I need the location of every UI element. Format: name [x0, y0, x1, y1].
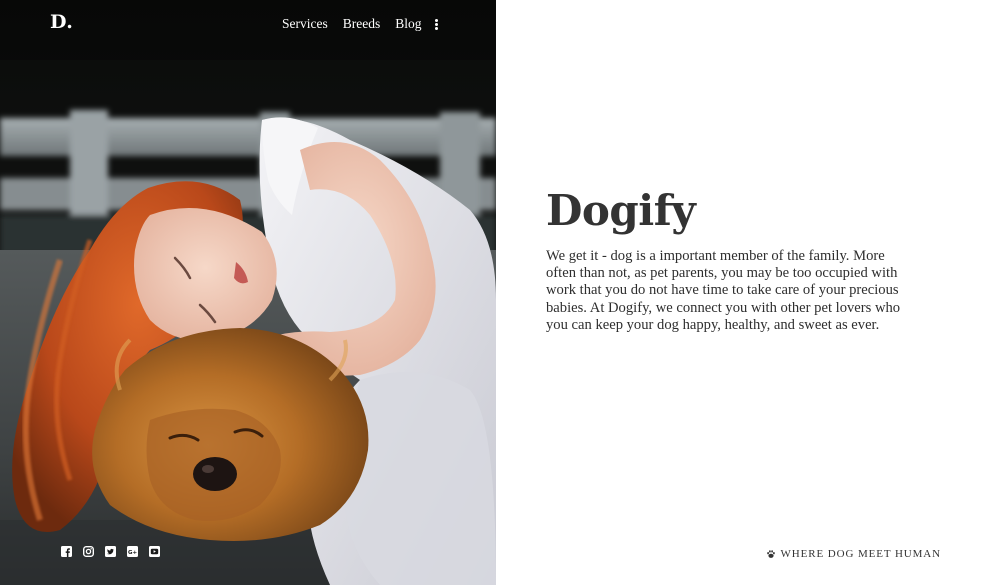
nav-item-blog[interactable]: Blog	[395, 16, 421, 32]
facebook-icon[interactable]	[61, 546, 72, 557]
menu-dot	[434, 22, 438, 26]
youtube-icon[interactable]	[149, 546, 160, 557]
intro-section: Dogify We get it - dog is a important me…	[546, 183, 911, 334]
social-links: G+	[61, 546, 171, 557]
kebab-menu-icon[interactable]	[434, 18, 439, 30]
paw-icon	[766, 549, 776, 559]
main-nav: Services Breeds Blog	[282, 16, 439, 32]
hero-photo	[0, 0, 496, 585]
nav-item-breeds[interactable]: Breeds	[343, 16, 381, 32]
svg-text:G+: G+	[128, 550, 138, 556]
tagline-text: WHERE DOG MEET HUMAN	[780, 548, 941, 560]
page-title: Dogify	[546, 186, 696, 235]
landing-page: D. Services Breeds Blog G+ Dogify We get…	[0, 0, 991, 585]
menu-dot	[434, 18, 438, 22]
menu-dot	[434, 26, 438, 30]
twitter-icon[interactable]	[105, 546, 116, 557]
instagram-icon[interactable]	[83, 546, 94, 557]
intro-description: We get it - dog is a important member of…	[546, 248, 901, 333]
footer-tagline: WHERE DOG MEET HUMAN	[766, 548, 941, 560]
brand-logo[interactable]: D.	[50, 11, 73, 33]
hero-panel: D. Services Breeds Blog G+	[0, 0, 496, 585]
google-plus-icon[interactable]: G+	[127, 546, 138, 557]
nav-item-services[interactable]: Services	[282, 16, 328, 32]
